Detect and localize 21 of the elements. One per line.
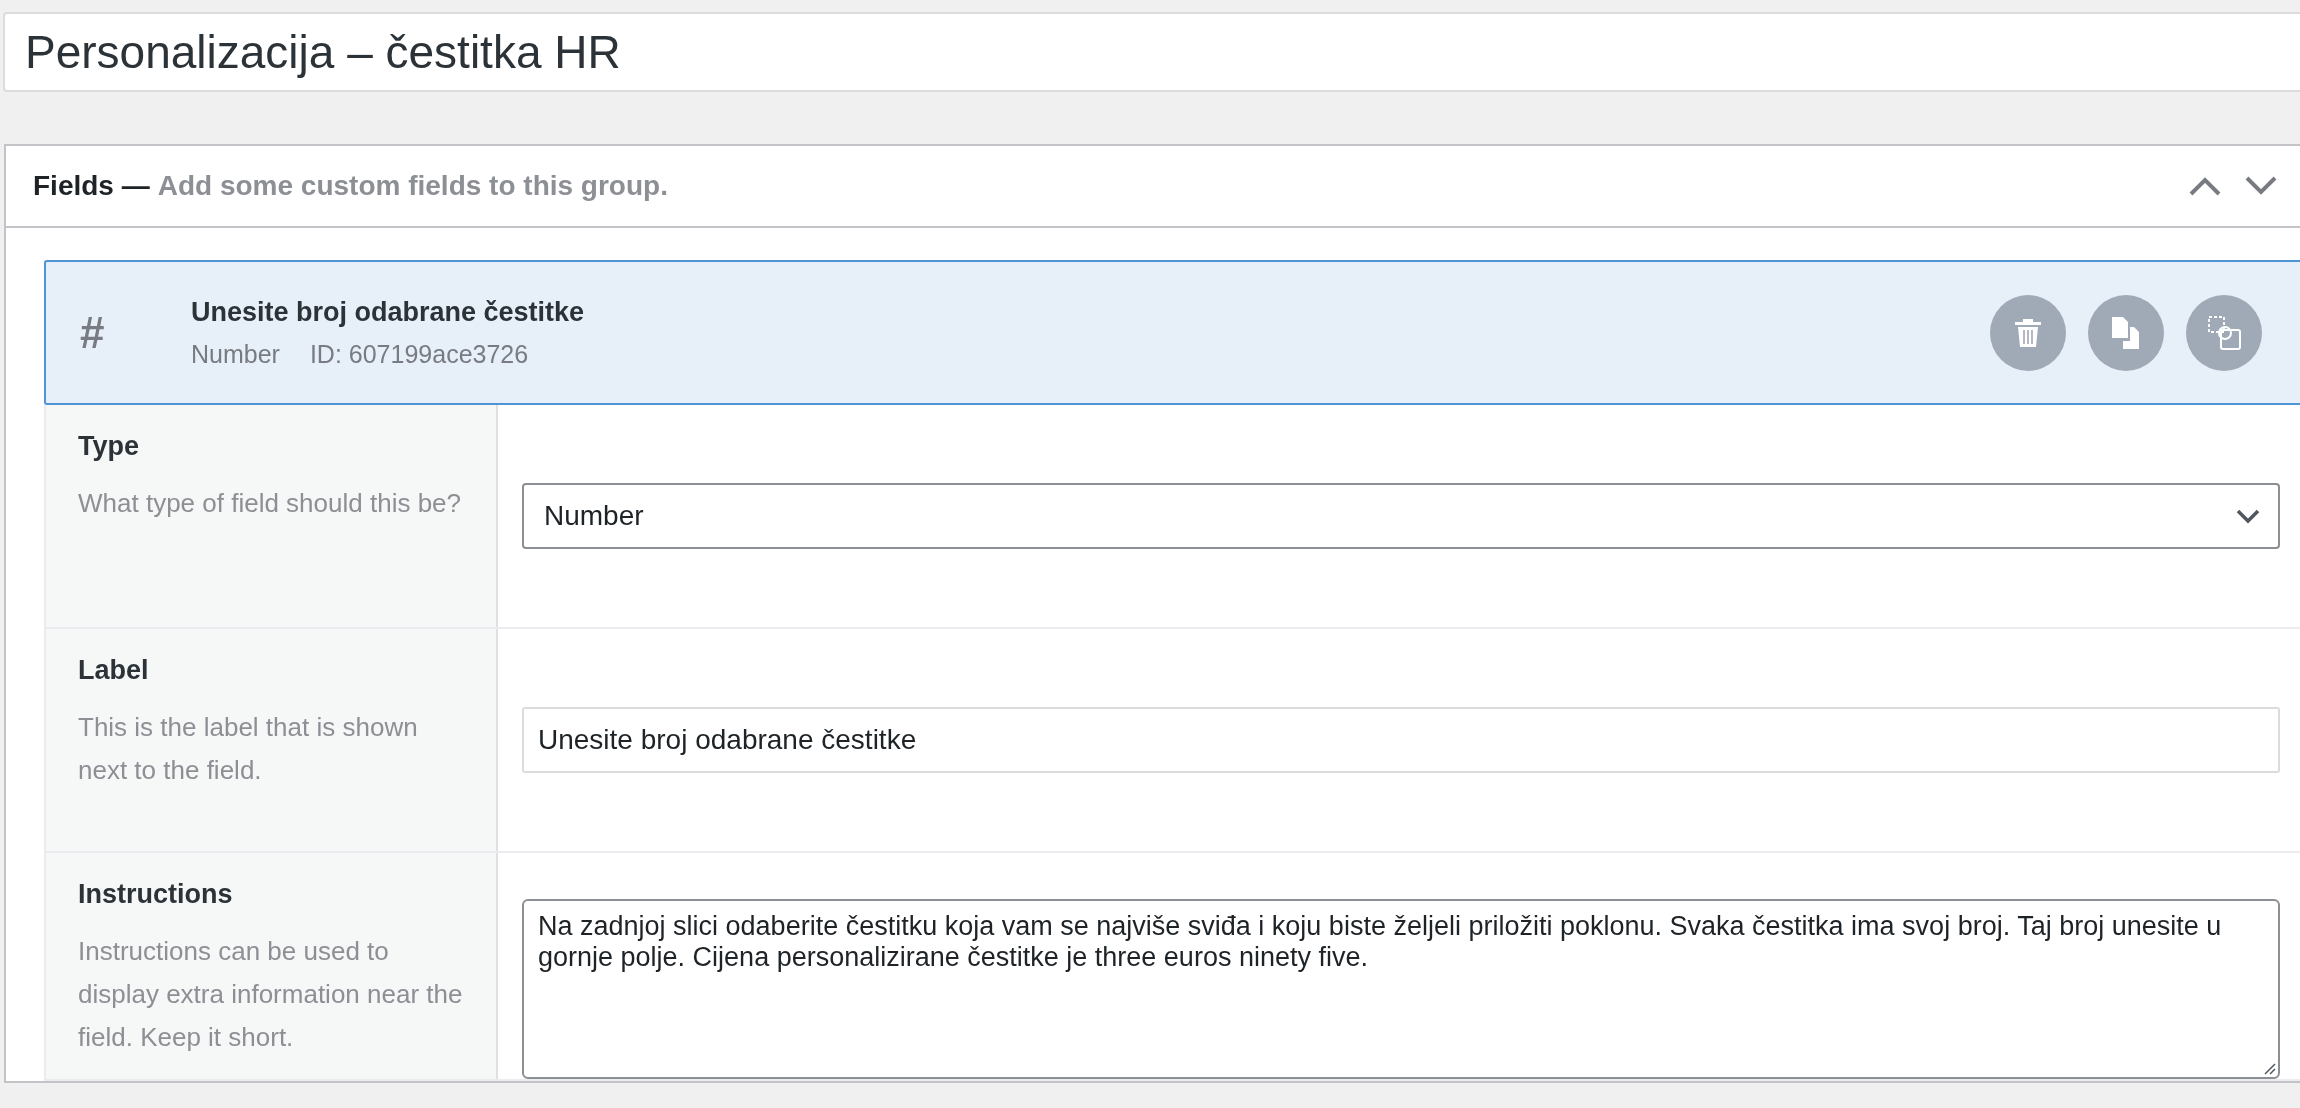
field-type-glyph: # [79, 307, 106, 358]
setting-help-text: What type of field should this be? [78, 487, 462, 520]
resize-grip-icon[interactable] [2262, 1061, 2276, 1075]
chevron-down-icon [2236, 508, 2260, 524]
setting-label: Type [78, 431, 140, 462]
chevron-up-icon[interactable] [2188, 175, 2222, 197]
label-input[interactable]: Unesite broj odabrane čestitke [522, 707, 2280, 773]
field-type: Number [191, 339, 280, 369]
field-label: Unesite broj odabrane čestitke [191, 296, 585, 328]
title-input[interactable]: Personalizacija – čestitka HR [3, 12, 2300, 92]
setting-label: Label [78, 655, 150, 686]
field-header[interactable]: # Unesite broj odabrane čestitke Number ID: 607199ace3726 [44, 260, 2300, 405]
instructions-textarea[interactable]: Na zadnjoj slici odaberite čestitku koja vam se najviše sviđa i koju biste željeli priložiti poklonu. Svaka čestitka ima svoj broj. Taj broj unesite u gornje polje. Cijena personalizirane čestitke je three euros ninety five. [522, 899, 2280, 1079]
setting-help-text: This is the label that is shown next to the field. [78, 711, 419, 787]
chevron-down-icon[interactable] [2244, 175, 2278, 197]
type-select[interactable]: Number [522, 483, 2280, 549]
field-id: ID: 607199ace3726 [309, 339, 529, 369]
setting-help-text: Instructions can be used to display extra information near the field. Keep it short. [78, 935, 464, 1054]
panel-description: Add some custom fields to this group. [157, 170, 668, 202]
setting-label: Instructions [78, 879, 234, 910]
panel-title: Fields — [33, 170, 150, 202]
